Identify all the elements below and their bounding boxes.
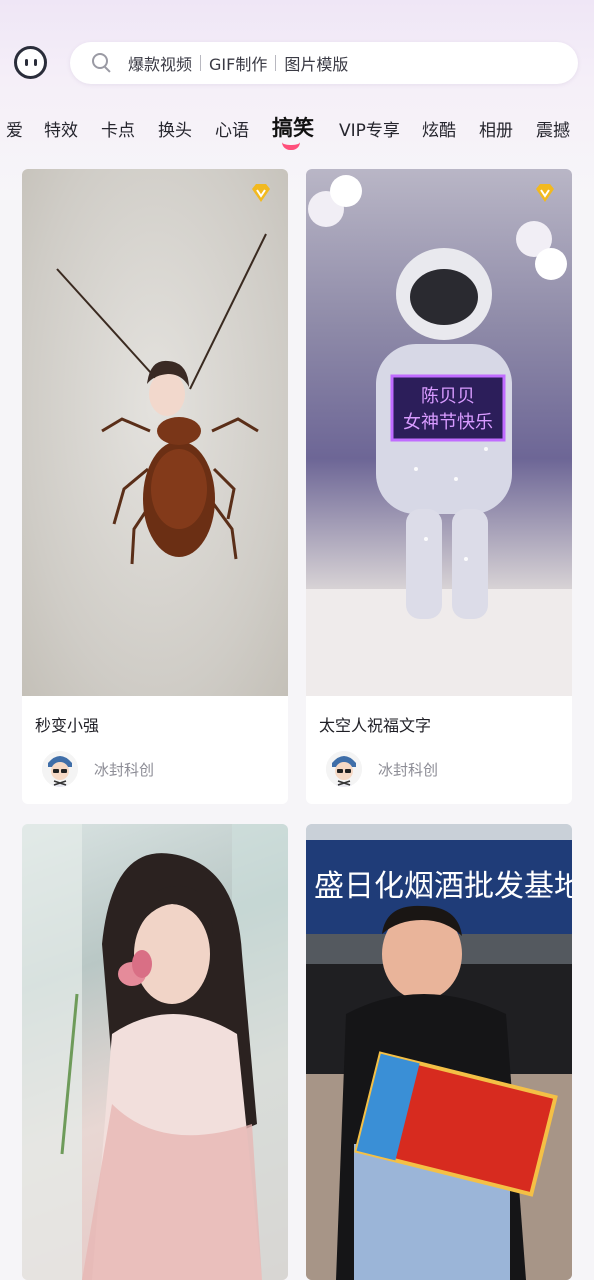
template-card[interactable] xyxy=(22,824,288,1280)
tab-cool[interactable]: 炫酷 xyxy=(422,116,456,141)
divider xyxy=(200,55,202,71)
search-hint[interactable]: 图片模版 xyxy=(284,51,348,75)
search-bar[interactable]: 爆款视频 GIF制作 图片模版 xyxy=(70,42,578,84)
card-title: 太空人祝福文字 xyxy=(319,716,432,735)
tab-shocking[interactable]: 震撼 xyxy=(536,116,570,141)
search-hints: 爆款视频 GIF制作 图片模版 xyxy=(128,51,348,75)
cockroach-illustration xyxy=(56,233,267,565)
card-author[interactable]: 冰封科创 xyxy=(42,751,154,787)
cockroach-with-face-image xyxy=(22,169,288,696)
search-hint[interactable]: GIF制作 xyxy=(209,51,267,75)
tab-beat-sync[interactable]: 卡点 xyxy=(101,116,135,141)
search-hint[interactable]: 爆款视频 xyxy=(128,51,192,75)
astronaut-image: 陈贝贝 女神节快乐 xyxy=(306,169,572,696)
card-title: 秒变小强 xyxy=(35,716,100,735)
author-name: 冰封科创 xyxy=(94,760,155,779)
app-logo-icon[interactable] xyxy=(14,46,47,79)
sign-text-line: 女神节快乐 xyxy=(403,412,493,432)
storefront-sign-text: 盛日化烟酒批发基地 xyxy=(314,870,572,903)
vip-diamond-icon xyxy=(250,183,272,203)
astronaut-illustration: 陈贝贝 女神节快乐 xyxy=(306,175,572,696)
tab-face-swap[interactable]: 换头 xyxy=(158,116,192,141)
avatar xyxy=(326,751,362,787)
sign-text-line: 陈贝贝 xyxy=(421,386,475,406)
man-with-box-illustration: 盛日化烟酒批发基地 xyxy=(306,824,572,1280)
girl-portrait-image xyxy=(22,824,288,1280)
man-with-box-image: 盛日化烟酒批发基地 xyxy=(306,824,572,1280)
tab-vip[interactable]: VIP专享 xyxy=(339,116,400,141)
tab-funny[interactable]: 搞笑 xyxy=(272,112,314,142)
tab-album[interactable]: 相册 xyxy=(479,116,513,141)
avatar xyxy=(42,751,78,787)
card-author[interactable]: 冰封科创 xyxy=(326,751,438,787)
vip-diamond-icon xyxy=(534,183,556,203)
divider xyxy=(275,55,277,71)
tab-effects[interactable]: 特效 xyxy=(44,116,78,141)
template-card[interactable]: 秒变小强 冰封科创 xyxy=(22,169,288,804)
template-card[interactable]: 陈贝贝 女神节快乐 太空人祝福文字 冰封科创 xyxy=(306,169,572,804)
app-header: 爆款视频 GIF制作 图片模版 xyxy=(0,0,594,110)
tab-love[interactable]: 爱 xyxy=(6,116,23,141)
tab-heart-words[interactable]: 心语 xyxy=(215,116,249,141)
search-icon xyxy=(92,53,112,73)
template-card[interactable]: 盛日化烟酒批发基地 xyxy=(306,824,572,1280)
girl-portrait-illustration xyxy=(22,824,288,1280)
author-name: 冰封科创 xyxy=(378,760,439,779)
